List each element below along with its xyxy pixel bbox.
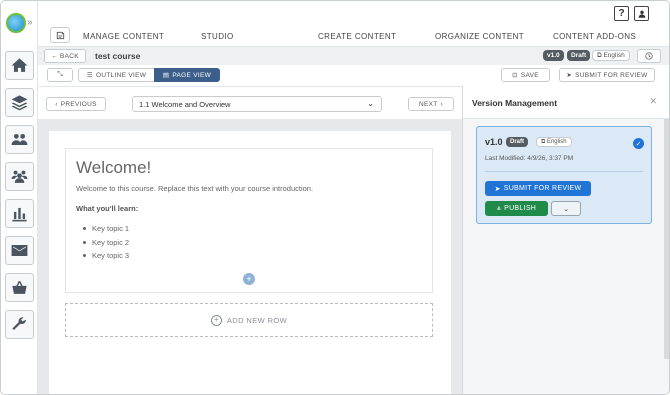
content-block[interactable]: Welcome! Welcome to this course. Replace…: [65, 148, 433, 293]
app-window: » MANAGE CONTENT STUDIO CREATE CONTENT O…: [0, 0, 670, 395]
divider: [485, 171, 643, 172]
previous-button[interactable]: ‹ PREVIOUS: [46, 97, 106, 111]
page-canvas: Welcome! Welcome to this course. Replace…: [38, 119, 462, 394]
card-version: v1.0: [485, 137, 503, 147]
learn-heading[interactable]: What you'll learn:: [76, 204, 138, 213]
close-icon[interactable]: ✕: [649, 96, 657, 107]
check-circle-icon: ✓: [633, 138, 644, 149]
top-nav: MANAGE CONTENT STUDIO CREATE CONTENT ORG…: [38, 1, 669, 46]
users-icon[interactable]: [5, 125, 34, 154]
list-item[interactable]: Key topic 2: [82, 238, 129, 247]
next-label: NEXT: [418, 100, 438, 108]
scrollbar[interactable]: [664, 119, 669, 359]
submit-label: SUBMIT FOR REVIEW: [503, 185, 582, 192]
user-account-icon[interactable]: [634, 6, 649, 21]
layers-icon[interactable]: [5, 88, 34, 117]
back-button[interactable]: ← BACK: [44, 49, 86, 63]
course-title: test course: [95, 51, 141, 61]
nav-create-content[interactable]: CREATE CONTENT: [318, 32, 396, 41]
last-modified: Last Modified: 4/9/26, 3:37 PM: [485, 155, 574, 162]
content-menu-icon[interactable]: [50, 27, 70, 43]
list-icon: ☰: [86, 72, 93, 79]
save-icon: ⊡: [512, 72, 518, 79]
card-language-label: English: [546, 139, 567, 145]
previous-label: PREVIOUS: [60, 100, 97, 108]
globe-logo-icon[interactable]: [6, 13, 26, 33]
panel-title: Version Management: [472, 98, 558, 108]
home-icon[interactable]: [5, 51, 34, 80]
language-label: English: [603, 52, 625, 59]
submit-for-review-top-button[interactable]: ➤ SUBMIT FOR REVIEW: [559, 68, 655, 82]
tab-outline-label: OUTLINE VIEW: [95, 71, 147, 79]
history-button[interactable]: [637, 49, 661, 63]
page-navigation: ‹ PREVIOUS 1.1 Welcome and Overview ⌄ NEX…: [38, 86, 462, 119]
nav-organize-content[interactable]: ORGANIZE CONTENT: [435, 32, 524, 41]
version-management-panel: Version Management ✕ v1.0 Draft ⧉ Englis…: [462, 86, 669, 394]
nav-studio[interactable]: STUDIO: [201, 32, 234, 41]
language-badge[interactable]: ⧉ English: [592, 50, 630, 61]
help-button[interactable]: ?: [614, 6, 629, 21]
chevron-right-icon: ›: [440, 100, 443, 108]
clock-icon: [645, 52, 653, 60]
reports-icon[interactable]: [5, 199, 34, 228]
send-icon: ➤: [566, 72, 573, 79]
back-label: BACK: [60, 52, 79, 60]
page-select[interactable]: 1.1 Welcome and Overview ⌄: [132, 96, 382, 112]
submit-for-review-button[interactable]: ➤ SUBMIT FOR REVIEW: [485, 181, 591, 196]
version-card[interactable]: v1.0 Draft ⧉ English ✓ Last Modified: 4/…: [476, 126, 652, 224]
course-header-bar: ← BACK test course v1.0 Draft ⧉ English: [38, 46, 669, 65]
add-new-row-button[interactable]: + ADD NEW ROW: [65, 303, 433, 337]
view-toolbar: ⤡ ☰ OUTLINE VIEW ▤ PAGE VIEW ⊡ SAVE ➤ SUBMIT…: [38, 65, 669, 86]
intro-text[interactable]: Welcome to this course. Replace this tex…: [76, 184, 313, 193]
version-badge: v1.0: [543, 50, 564, 61]
publish-icon: ⩓: [496, 204, 502, 212]
chevron-down-icon: ⌄: [367, 99, 374, 108]
tab-page-view[interactable]: ▤ PAGE VIEW: [154, 68, 220, 82]
left-rail: »: [1, 1, 38, 394]
page-icon: ▤: [162, 72, 170, 79]
list-item[interactable]: Key topic 1: [82, 224, 129, 233]
publish-button[interactable]: ⩓ PUBLISH: [485, 201, 548, 216]
chevron-left-icon: ‹: [55, 100, 58, 108]
arrow-left-icon: ←: [51, 52, 60, 60]
tab-outline-view[interactable]: ☰ OUTLINE VIEW: [78, 68, 155, 82]
expand-collapse-icon[interactable]: ⤡: [47, 68, 73, 82]
card-language-badge: ⧉ English: [536, 137, 572, 147]
page-surface: Welcome! Welcome to this course. Replace…: [49, 131, 451, 394]
status-badge: Draft: [567, 50, 591, 61]
tab-page-label: PAGE VIEW: [172, 71, 212, 79]
save-label: SAVE: [520, 71, 539, 79]
add-block-icon[interactable]: +: [243, 273, 255, 285]
card-status-badge: Draft: [506, 137, 529, 147]
publish-label: PUBLISH: [504, 205, 537, 212]
more-options-dropdown[interactable]: ⌄: [551, 201, 581, 216]
welcome-heading[interactable]: Welcome!: [76, 158, 151, 178]
submit-top-label: SUBMIT FOR REVIEW: [575, 71, 648, 79]
topic-list: Key topic 1 Key topic 2 Key topic 3: [82, 224, 129, 265]
tools-icon[interactable]: [5, 310, 34, 339]
list-item[interactable]: Key topic 3: [82, 251, 129, 260]
mail-icon[interactable]: [5, 236, 34, 265]
shop-icon[interactable]: [5, 273, 34, 302]
chevron-down-icon: ⌄: [563, 205, 569, 213]
save-button[interactable]: ⊡ SAVE: [501, 68, 550, 82]
send-icon: ➤: [494, 185, 501, 193]
add-row-label: ADD NEW ROW: [226, 315, 288, 325]
plus-circle-icon: +: [210, 314, 222, 326]
next-button[interactable]: NEXT ›: [408, 97, 454, 111]
page-select-value: 1.1 Welcome and Overview: [139, 99, 231, 109]
nav-manage-content[interactable]: MANAGE CONTENT: [83, 32, 164, 41]
groups-icon[interactable]: [5, 162, 34, 191]
nav-content-add-ons[interactable]: CONTENT ADD-ONS: [553, 32, 636, 41]
panel-header: Version Management ✕: [463, 86, 669, 119]
expand-rail-icon[interactable]: »: [27, 17, 33, 28]
